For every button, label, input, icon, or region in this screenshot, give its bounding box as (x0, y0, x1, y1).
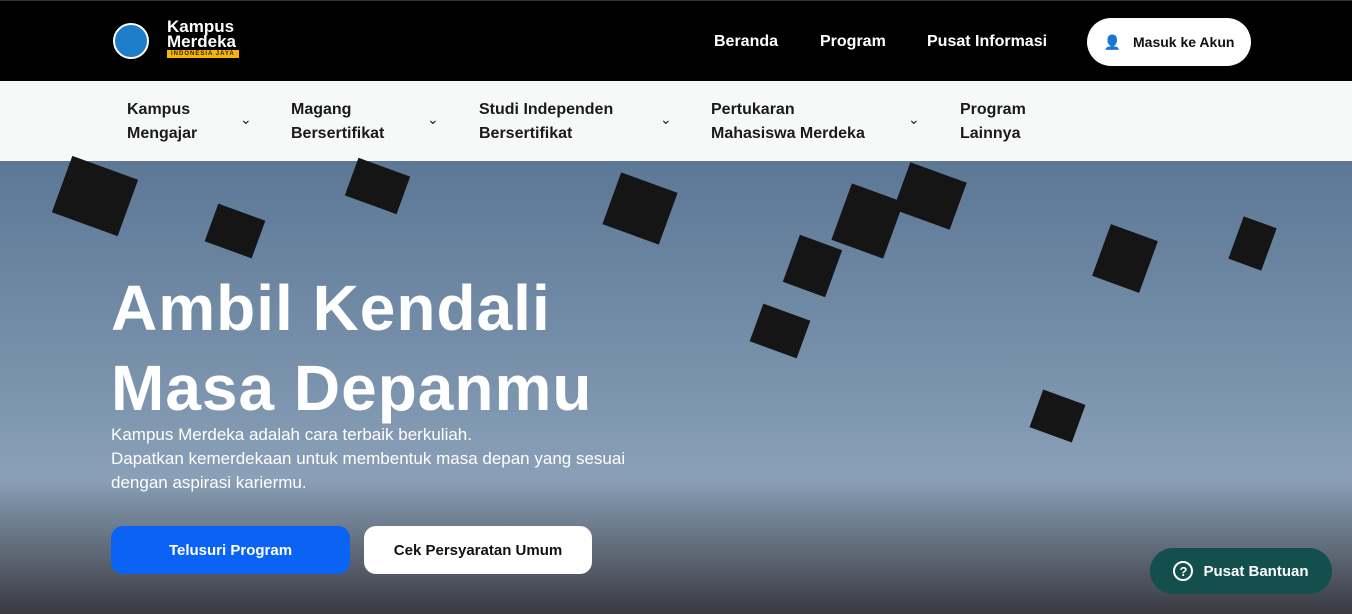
login-button[interactable]: 👤 Masuk ke Akun (1087, 18, 1251, 66)
user-icon: 👤 (1103, 33, 1122, 50)
subnav-pertukaran[interactable]: Pertukaran Mahasiswa Merdeka (711, 98, 865, 146)
subnav-magang[interactable]: Magang Bersertifikat (291, 98, 384, 146)
nav-beranda[interactable]: Beranda (714, 33, 778, 51)
top-bar: Kampus Merdeka INDONESIA JAYA Beranda Prog… (0, 0, 1352, 81)
chevron-down-icon[interactable]: ⌄ (660, 111, 672, 128)
question-icon: ? (1173, 561, 1194, 581)
check-requirements-button[interactable]: Cek Persyaratan Umum (364, 526, 592, 574)
subnav-kampus-mengajar[interactable]: Kampus Mengajar (127, 98, 197, 146)
chevron-down-icon[interactable]: ⌄ (908, 111, 920, 128)
chevron-down-icon[interactable]: ⌄ (427, 111, 439, 128)
explore-programs-button[interactable]: Telusuri Program (111, 526, 350, 574)
subnav-program-lainnya[interactable]: Program Lainnya (960, 98, 1026, 146)
program-subnav: Kampus Mengajar ⌄ Magang Bersertifikat ⌄ S… (0, 81, 1352, 161)
nav-pusat-informasi[interactable]: Pusat Informasi (927, 33, 1047, 51)
help-center-button[interactable]: ? Pusat Bantuan (1150, 548, 1332, 594)
login-label: Masuk ke Akun (1133, 34, 1235, 50)
hero-title: Ambil Kendali Masa Depanmu (111, 272, 593, 424)
subnav-studi-independen[interactable]: Studi Independen Bersertifikat (479, 98, 613, 146)
hero-description: Kampus Merdeka adalah cara terbaik berku… (111, 425, 626, 492)
kemendikbud-logo-icon[interactable] (113, 23, 149, 59)
kampus-merdeka-logo[interactable]: Kampus Merdeka INDONESIA JAYA (167, 18, 239, 58)
nav-program[interactable]: Program (820, 33, 886, 51)
help-label: Pusat Bantuan (1203, 562, 1309, 580)
logo-band: INDONESIA JAYA (167, 50, 239, 58)
chevron-down-icon[interactable]: ⌄ (240, 111, 252, 128)
logo-text: Merdeka (167, 32, 236, 51)
